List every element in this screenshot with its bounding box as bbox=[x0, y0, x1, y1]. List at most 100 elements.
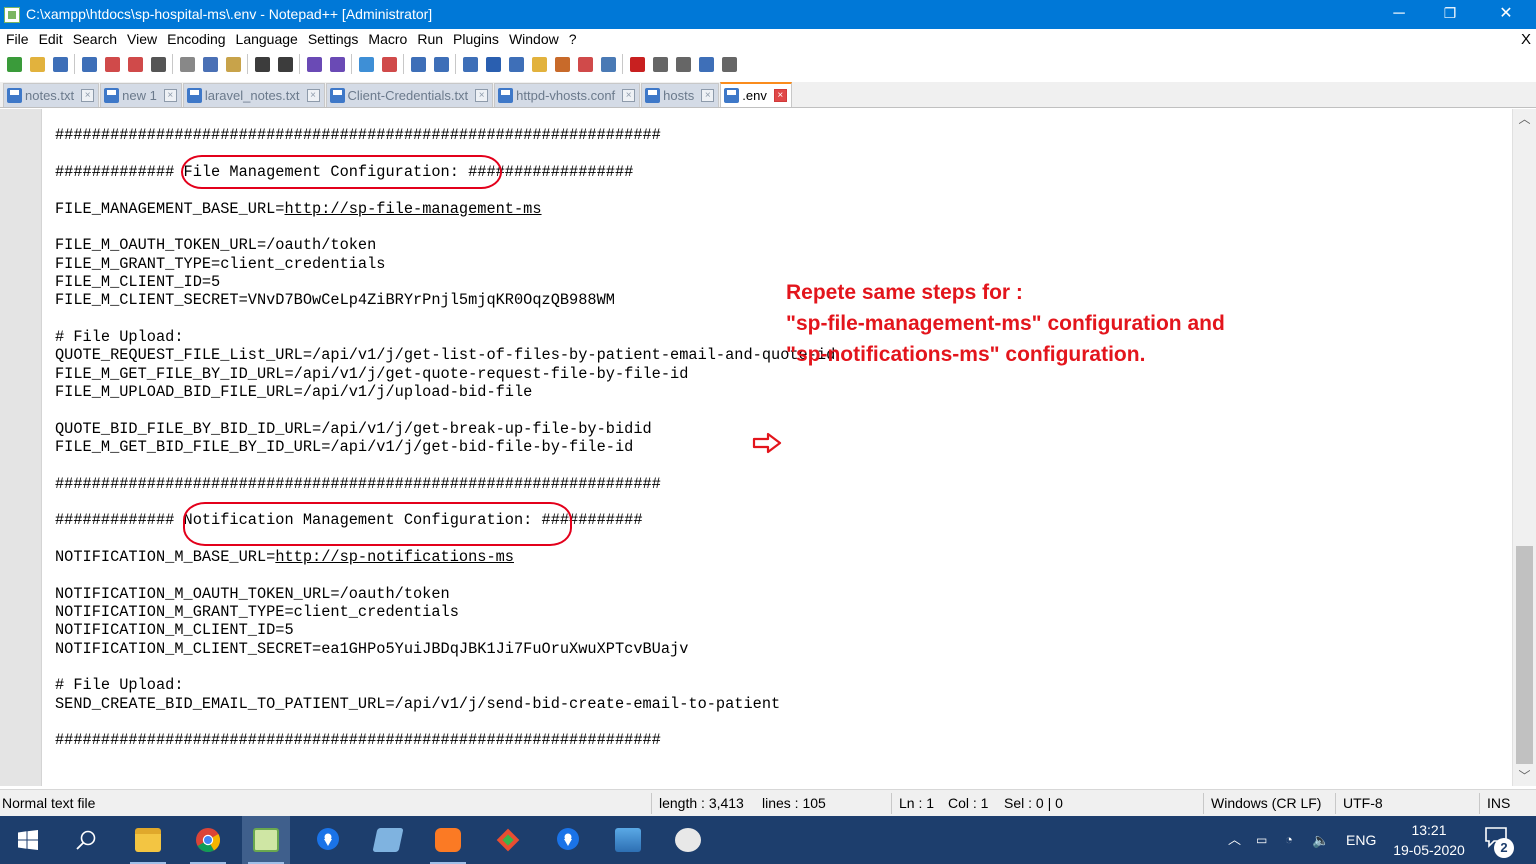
status-encoding[interactable]: UTF-8 bbox=[1343, 790, 1383, 816]
code-line[interactable]: 103 bbox=[42, 713, 1512, 731]
show-hidden-icons-icon[interactable]: ︿ bbox=[1228, 816, 1241, 864]
code-line[interactable]: 85FILE_M_UPLOAD_BID_FILE_URL=/api/v1/j/u… bbox=[42, 383, 1512, 401]
zoom-out-button[interactable] bbox=[379, 54, 399, 74]
volume-icon[interactable]: 🔈 bbox=[1312, 816, 1329, 864]
run-macro-multiple-button[interactable] bbox=[696, 54, 716, 74]
zoom-in-button[interactable] bbox=[356, 54, 376, 74]
vertical-scrollbar[interactable]: ︿ ﹀ bbox=[1512, 109, 1536, 786]
file-explorer-task[interactable] bbox=[124, 816, 172, 864]
code-line[interactable]: 83QUOTE_REQUEST_FILE_List_URL=/api/v1/j/… bbox=[42, 346, 1512, 364]
undo-button[interactable] bbox=[252, 54, 272, 74]
close-all-button[interactable] bbox=[125, 54, 145, 74]
code-line[interactable]: 70 bbox=[42, 109, 1512, 126]
tab-close-icon[interactable]: × bbox=[163, 89, 177, 102]
close-button[interactable] bbox=[102, 54, 122, 74]
scroll-down-arrow-icon[interactable]: ﹀ bbox=[1513, 766, 1536, 786]
menu-settings[interactable]: Settings bbox=[303, 29, 364, 50]
code-line[interactable]: 82# File Upload: bbox=[42, 328, 1512, 346]
sync-horizontal-button[interactable] bbox=[431, 54, 451, 74]
replace-button[interactable] bbox=[327, 54, 347, 74]
paint-task[interactable] bbox=[664, 816, 712, 864]
stop-macro-button[interactable] bbox=[650, 54, 670, 74]
code-line[interactable]: 84FILE_M_GET_FILE_BY_ID_URL=/api/v1/j/ge… bbox=[42, 365, 1512, 383]
code-line[interactable]: 96NOTIFICATION_M_OAUTH_TOKEN_URL=/oauth/… bbox=[42, 585, 1512, 603]
code-line[interactable]: 95 bbox=[42, 566, 1512, 584]
code-line[interactable]: 81 bbox=[42, 310, 1512, 328]
code-line[interactable]: 105 bbox=[42, 750, 1512, 768]
status-insert-mode[interactable]: INS bbox=[1487, 790, 1510, 816]
maximize-button[interactable]: ❐ bbox=[1427, 0, 1473, 29]
code-line[interactable]: 79FILE_M_CLIENT_ID=5 bbox=[42, 273, 1512, 291]
code-line[interactable]: 98NOTIFICATION_M_CLIENT_ID=5 bbox=[42, 621, 1512, 639]
code-line[interactable]: 80FILE_M_CLIENT_SECRET=VNvD7BOwCeLp4ZiBR… bbox=[42, 291, 1512, 309]
xampp-task[interactable] bbox=[424, 816, 472, 864]
show-all-chars-button[interactable] bbox=[483, 54, 503, 74]
chrome-task[interactable] bbox=[184, 816, 232, 864]
code-line[interactable]: 90######################################… bbox=[42, 475, 1512, 493]
tab-client-credentials-txt[interactable]: Client-Credentials.txt × bbox=[325, 83, 494, 107]
code-line[interactable]: 89 bbox=[42, 456, 1512, 474]
open-file-button[interactable] bbox=[27, 54, 47, 74]
tab-httpd-vhosts-conf[interactable]: httpd-vhosts.conf × bbox=[494, 83, 641, 107]
code-line[interactable]: 97NOTIFICATION_M_GRANT_TYPE=client_crede… bbox=[42, 603, 1512, 621]
tab-hosts[interactable]: hosts × bbox=[641, 83, 720, 107]
menu-view[interactable]: View bbox=[122, 29, 162, 50]
new-file-button[interactable] bbox=[4, 54, 24, 74]
code-line[interactable]: 86 bbox=[42, 401, 1512, 419]
folder-workspace-button[interactable] bbox=[575, 54, 595, 74]
tab-close-icon[interactable]: × bbox=[701, 89, 715, 102]
play-macro-button[interactable] bbox=[673, 54, 693, 74]
menu-help[interactable]: ? bbox=[564, 29, 582, 50]
maps-task-2[interactable] bbox=[544, 816, 592, 864]
save-button[interactable] bbox=[50, 54, 70, 74]
url-link[interactable]: http://sp-notifications-ms bbox=[275, 548, 514, 566]
tab-close-icon[interactable]: × bbox=[81, 89, 95, 102]
cut-button[interactable] bbox=[177, 54, 197, 74]
print-button[interactable] bbox=[148, 54, 168, 74]
status-eol[interactable]: Windows (CR LF) bbox=[1211, 790, 1321, 816]
input-language[interactable]: ENG bbox=[1346, 816, 1376, 864]
code-line[interactable]: 99NOTIFICATION_M_CLIENT_SECRET=ea1GHPo5Y… bbox=[42, 640, 1512, 658]
doc-map-button[interactable] bbox=[529, 54, 549, 74]
menu-macro[interactable]: Macro bbox=[363, 29, 412, 50]
photos-task[interactable] bbox=[604, 816, 652, 864]
menu-edit[interactable]: Edit bbox=[34, 29, 68, 50]
notepadpp-task[interactable] bbox=[242, 816, 290, 864]
notepad-task[interactable] bbox=[364, 816, 412, 864]
menu-run[interactable]: Run bbox=[412, 29, 448, 50]
menu-encoding[interactable]: Encoding bbox=[162, 29, 230, 50]
paste-button[interactable] bbox=[223, 54, 243, 74]
function-list-button[interactable] bbox=[552, 54, 572, 74]
tab-laravel-notes-txt[interactable]: laravel_notes.txt × bbox=[182, 83, 325, 107]
code-line[interactable]: 75FILE_MANAGEMENT_BASE_URL=http://sp-fil… bbox=[42, 200, 1512, 218]
code-line[interactable]: 77FILE_M_OAUTH_TOKEN_URL=/oauth/token bbox=[42, 236, 1512, 254]
tab-close-icon[interactable]: × bbox=[773, 89, 787, 102]
menu-plugins[interactable]: Plugins bbox=[448, 29, 504, 50]
code-line[interactable]: 100 bbox=[42, 658, 1512, 676]
scroll-up-arrow-icon[interactable]: ︿ bbox=[1513, 109, 1536, 129]
code-line[interactable]: 101# File Upload: bbox=[42, 676, 1512, 694]
battery-icon[interactable]: ▭ bbox=[1256, 816, 1267, 864]
code-line[interactable]: 102SEND_CREATE_BID_EMAIL_TO_PATIENT_URL=… bbox=[42, 695, 1512, 713]
editor-area[interactable]: 7071####################################… bbox=[0, 109, 1536, 786]
code-line[interactable]: 71######################################… bbox=[42, 126, 1512, 144]
tab-env[interactable]: .env × bbox=[720, 82, 792, 107]
menu-file[interactable]: File bbox=[0, 29, 34, 50]
copy-button[interactable] bbox=[200, 54, 220, 74]
word-wrap-button[interactable] bbox=[460, 54, 480, 74]
tab-close-icon[interactable]: × bbox=[475, 89, 489, 102]
save-macro-button[interactable] bbox=[719, 54, 739, 74]
git-task[interactable] bbox=[484, 816, 532, 864]
indent-guide-button[interactable] bbox=[506, 54, 526, 74]
close-document-button[interactable]: X bbox=[1521, 29, 1531, 50]
close-window-button[interactable]: ✕ bbox=[1483, 0, 1529, 29]
monitor-button[interactable] bbox=[598, 54, 618, 74]
tab-new-1[interactable]: new 1 × bbox=[100, 83, 182, 107]
action-center-button[interactable]: 2 bbox=[1484, 826, 1514, 858]
tab-close-icon[interactable]: × bbox=[622, 89, 636, 102]
code-line[interactable]: 104#####################################… bbox=[42, 731, 1512, 749]
start-button[interactable] bbox=[4, 816, 52, 864]
tab-notes-txt[interactable]: notes.txt × bbox=[3, 83, 100, 107]
menu-window[interactable]: Window bbox=[504, 29, 564, 50]
wifi-icon[interactable]: ◔ bbox=[1285, 816, 1293, 864]
